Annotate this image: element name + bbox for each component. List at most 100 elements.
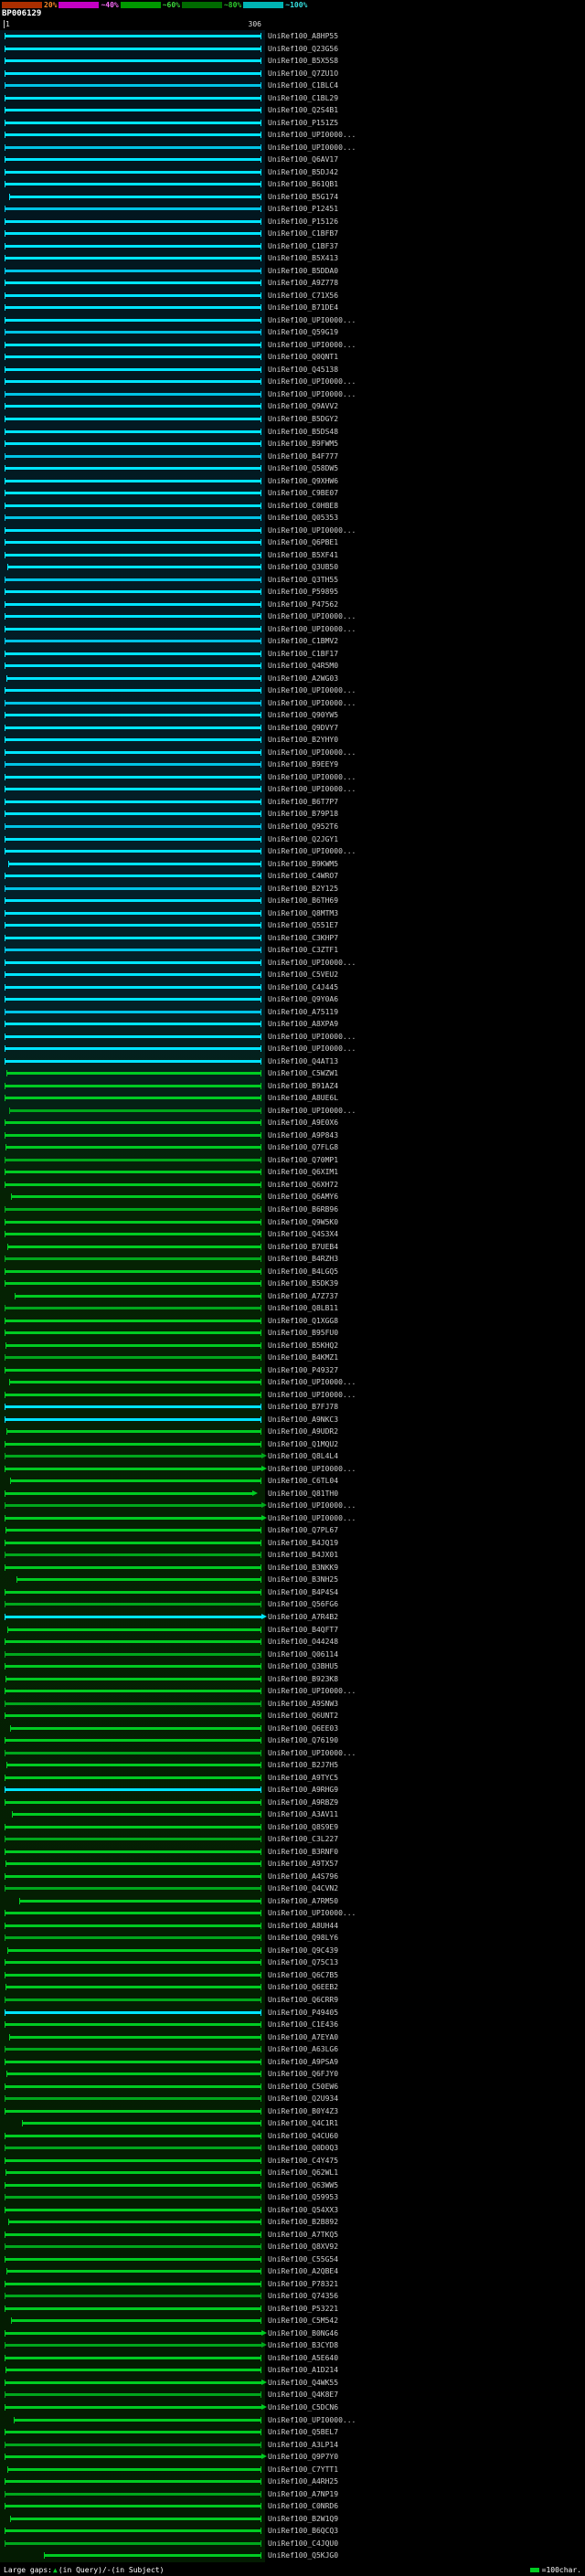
alignment-bar[interactable] xyxy=(5,2206,261,2213)
hit-label[interactable]: UniRef100_A9PSA9 xyxy=(265,2056,585,2069)
hit-label[interactable]: UniRef100_A7NP19 xyxy=(265,2488,585,2501)
hit-label[interactable]: UniRef100_Q8L4L4 xyxy=(265,1450,585,1463)
hit-label[interactable]: UniRef100_P49405 xyxy=(265,2007,585,2019)
alignment-bar[interactable] xyxy=(5,1021,261,1028)
hit-label[interactable]: UniRef100_Q5KJG0 xyxy=(265,2549,585,2562)
hit-label[interactable]: UniRef100_Q63WW5 xyxy=(265,2179,585,2192)
hit-label[interactable]: UniRef100_UPI0000... xyxy=(265,388,585,401)
hit-label[interactable]: UniRef100_UPI0000... xyxy=(265,845,585,858)
hit-label[interactable]: UniRef100_C0NRD6 xyxy=(265,2500,585,2513)
alignment-bar[interactable] xyxy=(5,82,261,90)
alignment-bar[interactable] xyxy=(5,2255,261,2263)
hit-label[interactable]: UniRef100_UPI0000... xyxy=(265,771,585,784)
alignment-bar[interactable] xyxy=(5,2021,261,2029)
hit-label[interactable]: UniRef100_B3NKK9 xyxy=(265,1562,585,1574)
hit-label[interactable]: UniRef100_B3NH25 xyxy=(265,1574,585,1586)
hit-label[interactable]: UniRef100_Q4R5M0 xyxy=(265,660,585,673)
alignment-bar[interactable] xyxy=(5,1070,262,1077)
hit-label[interactable]: UniRef100_C5M542 xyxy=(265,2315,585,2327)
hit-label[interactable]: UniRef100_B5DGY2 xyxy=(265,413,585,426)
hit-label[interactable]: UniRef100_Q4C1R1 xyxy=(265,2117,585,2130)
hit-label[interactable]: UniRef100_UPI0000... xyxy=(265,957,585,970)
hit-label[interactable]: UniRef100_C9BE07 xyxy=(265,487,585,500)
hit-label[interactable]: UniRef100_UPI0000... xyxy=(265,697,585,710)
hit-label[interactable]: UniRef100_Q3BHU5 xyxy=(265,1660,585,1673)
hit-label[interactable]: UniRef100_B5G174 xyxy=(265,191,585,204)
alignment-bar[interactable] xyxy=(5,1169,261,1176)
alignment-bar[interactable] xyxy=(5,1527,262,1534)
alignment-bar[interactable] xyxy=(5,403,261,410)
hit-label[interactable]: UniRef100_UPI0000... xyxy=(265,783,585,796)
hit-label[interactable]: UniRef100_C1E436 xyxy=(265,2019,585,2031)
hit-label[interactable]: UniRef100_Q06114 xyxy=(265,1648,585,1661)
alignment-bar[interactable] xyxy=(5,1330,261,1337)
alignment-bar[interactable] xyxy=(5,1712,261,1720)
alignment-bar[interactable] xyxy=(5,2342,267,2349)
alignment-bar[interactable] xyxy=(5,1910,261,1917)
hit-label[interactable]: UniRef100_B9FWM5 xyxy=(265,438,585,451)
alignment-bar[interactable] xyxy=(5,168,261,175)
hit-label[interactable]: UniRef100_UPI0000... xyxy=(265,1389,585,1402)
hit-label[interactable]: UniRef100_UPI0000... xyxy=(265,376,585,388)
hit-label[interactable]: UniRef100_Q59953 xyxy=(265,2191,585,2204)
alignment-bar[interactable] xyxy=(5,526,261,534)
hit-label[interactable]: UniRef100_A9UDR2 xyxy=(265,1426,585,1438)
hit-label[interactable]: UniRef100_Q4CVN2 xyxy=(265,1882,585,1895)
hit-label[interactable]: UniRef100_Q9C439 xyxy=(265,1945,585,1957)
alignment-bar[interactable] xyxy=(5,2107,261,2115)
alignment-bar[interactable] xyxy=(8,1107,262,1114)
hit-label[interactable]: UniRef100_UPI0000... xyxy=(265,314,585,327)
alignment-bar[interactable] xyxy=(5,2095,261,2103)
alignment-bar[interactable] xyxy=(5,2293,261,2300)
hit-label[interactable]: UniRef100_B4JX01 xyxy=(265,1549,585,1562)
alignment-bar[interactable] xyxy=(5,107,261,114)
alignment-bar[interactable] xyxy=(5,835,261,843)
alignment-bar[interactable] xyxy=(16,1576,262,1584)
alignment-bar[interactable] xyxy=(11,1193,261,1201)
alignment-bar[interactable] xyxy=(5,2083,261,2090)
hit-label[interactable]: UniRef100_C1BL29 xyxy=(265,92,585,105)
alignment-bar[interactable] xyxy=(5,1922,261,1929)
hit-label[interactable]: UniRef100_B3RNF0 xyxy=(265,1846,585,1859)
alignment-bar[interactable] xyxy=(5,1205,261,1213)
hit-label[interactable]: UniRef100_B4RZH3 xyxy=(265,1253,585,1266)
hit-label[interactable]: UniRef100_Q6AMY6 xyxy=(265,1191,585,1203)
alignment-bar[interactable] xyxy=(5,1095,261,1102)
alignment-bar[interactable] xyxy=(5,292,261,299)
hit-label[interactable]: UniRef100_B4LGQ5 xyxy=(265,1266,585,1278)
hit-label[interactable]: UniRef100_UPI0000... xyxy=(265,1512,585,1525)
alignment-bar[interactable] xyxy=(5,2329,267,2337)
alignment-bar[interactable] xyxy=(5,45,261,52)
hit-label[interactable]: UniRef100_UPI0000... xyxy=(265,129,585,142)
alignment-bar[interactable] xyxy=(5,280,261,287)
hit-label[interactable]: UniRef100_B5DJ42 xyxy=(265,166,585,179)
hit-label[interactable]: UniRef100_Q70MP1 xyxy=(265,1154,585,1167)
alignment-bar[interactable] xyxy=(5,2231,261,2238)
alignment-bar[interactable] xyxy=(5,2268,262,2275)
hit-label[interactable]: UniRef100_Q7ZU1O xyxy=(265,68,585,80)
hit-label[interactable]: UniRef100_C6TL04 xyxy=(265,1475,585,1488)
alignment-bar[interactable] xyxy=(5,2367,262,2374)
hit-label[interactable]: UniRef100_Q45138 xyxy=(265,364,585,376)
hit-label[interactable]: UniRef100_Q0D0Q3 xyxy=(265,2142,585,2155)
hit-label[interactable]: UniRef100_A4RH25 xyxy=(265,2475,585,2488)
alignment-bar[interactable] xyxy=(5,934,261,941)
hit-label[interactable]: UniRef100_A3AV11 xyxy=(265,1808,585,1821)
hit-label[interactable]: UniRef100_Q4CU60 xyxy=(265,2130,585,2143)
hit-label[interactable]: UniRef100_Q952T6 xyxy=(265,821,585,833)
hit-label[interactable]: UniRef100_Q6EEB2 xyxy=(265,1981,585,1994)
alignment-bar[interactable] xyxy=(5,748,261,756)
alignment-bar[interactable] xyxy=(5,1971,261,1978)
hit-label[interactable]: UniRef100_B9KWM5 xyxy=(265,858,585,871)
hit-label[interactable]: UniRef100_A7RM50 xyxy=(265,1895,585,1908)
alignment-bar[interactable] xyxy=(5,2194,261,2201)
alignment-bar[interactable] xyxy=(5,2132,261,2139)
hit-label[interactable]: UniRef100_C1BFB7 xyxy=(265,228,585,240)
alignment-bar[interactable] xyxy=(5,885,261,892)
alignment-bar[interactable] xyxy=(5,217,261,225)
hit-label[interactable]: UniRef100_UPI0000... xyxy=(265,1376,585,1389)
hit-label[interactable]: UniRef100_UPI0000... xyxy=(265,610,585,623)
alignment-bar[interactable] xyxy=(5,69,261,77)
alignment-bar[interactable] xyxy=(5,2181,261,2189)
alignment-bar[interactable] xyxy=(5,786,261,793)
